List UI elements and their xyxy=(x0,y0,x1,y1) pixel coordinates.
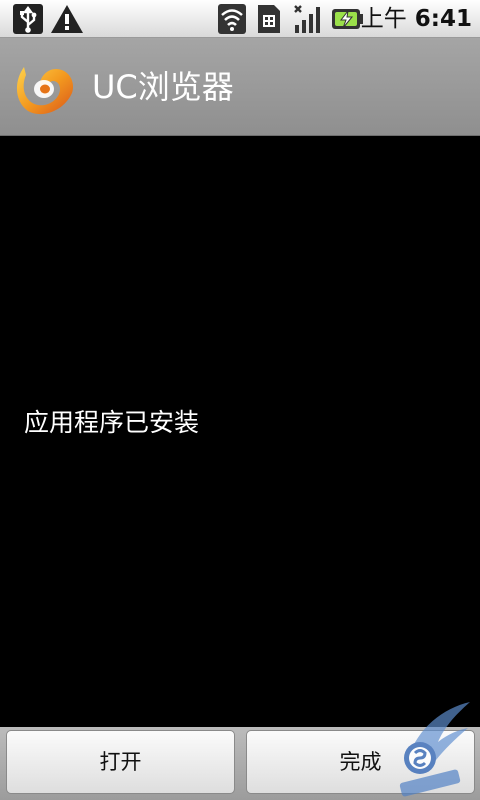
sim-card-icon xyxy=(258,5,280,33)
status-bar: 上午 6:41 xyxy=(0,0,480,38)
app-header: UC浏览器 xyxy=(0,38,480,136)
uc-browser-logo-icon xyxy=(16,67,74,115)
status-ampm: 上午 xyxy=(360,6,407,32)
usb-icon xyxy=(13,4,43,34)
wifi-icon xyxy=(218,4,246,34)
button-bar: 打开 完成 xyxy=(0,727,480,800)
status-clock: 上午 6:41 xyxy=(361,4,472,34)
status-time: 6:41 xyxy=(414,6,472,32)
battery-charging-icon xyxy=(332,9,363,29)
content-area: 应用程序已安装 xyxy=(0,137,480,727)
install-status-message: 应用程序已安装 xyxy=(24,408,200,437)
signal-icon xyxy=(294,5,320,33)
open-button[interactable]: 打开 xyxy=(6,730,235,794)
warning-icon xyxy=(51,5,83,33)
app-title: UC浏览器 xyxy=(92,68,234,106)
done-button[interactable]: 完成 xyxy=(246,730,475,794)
